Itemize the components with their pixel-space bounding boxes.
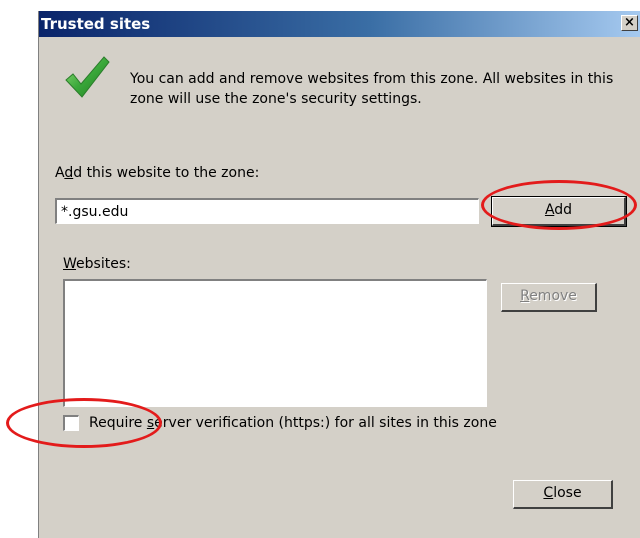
add-button[interactable]: Add bbox=[491, 196, 627, 227]
checkmark-icon bbox=[65, 56, 110, 98]
close-button[interactable]: Close bbox=[513, 480, 613, 509]
require-https-label[interactable]: Require server verification (https:) for… bbox=[89, 414, 497, 432]
title-bar: Trusted sites × bbox=[39, 11, 640, 37]
trusted-sites-dialog: Trusted sites × You can add and remove w… bbox=[38, 11, 640, 538]
zone-info-text: You can add and remove websites from thi… bbox=[130, 71, 614, 107]
window-title: Trusted sites bbox=[41, 15, 151, 33]
close-icon[interactable]: × bbox=[621, 15, 638, 31]
add-website-label: Add this website to the zone: bbox=[55, 165, 260, 181]
websites-list[interactable] bbox=[63, 279, 487, 407]
website-input[interactable] bbox=[55, 198, 479, 224]
require-https-checkbox[interactable] bbox=[63, 415, 79, 431]
remove-button[interactable]: Remove bbox=[501, 283, 597, 312]
websites-label: Websites: bbox=[63, 256, 131, 272]
screenshot-stage: Trusted sites × You can add and remove w… bbox=[0, 0, 640, 538]
